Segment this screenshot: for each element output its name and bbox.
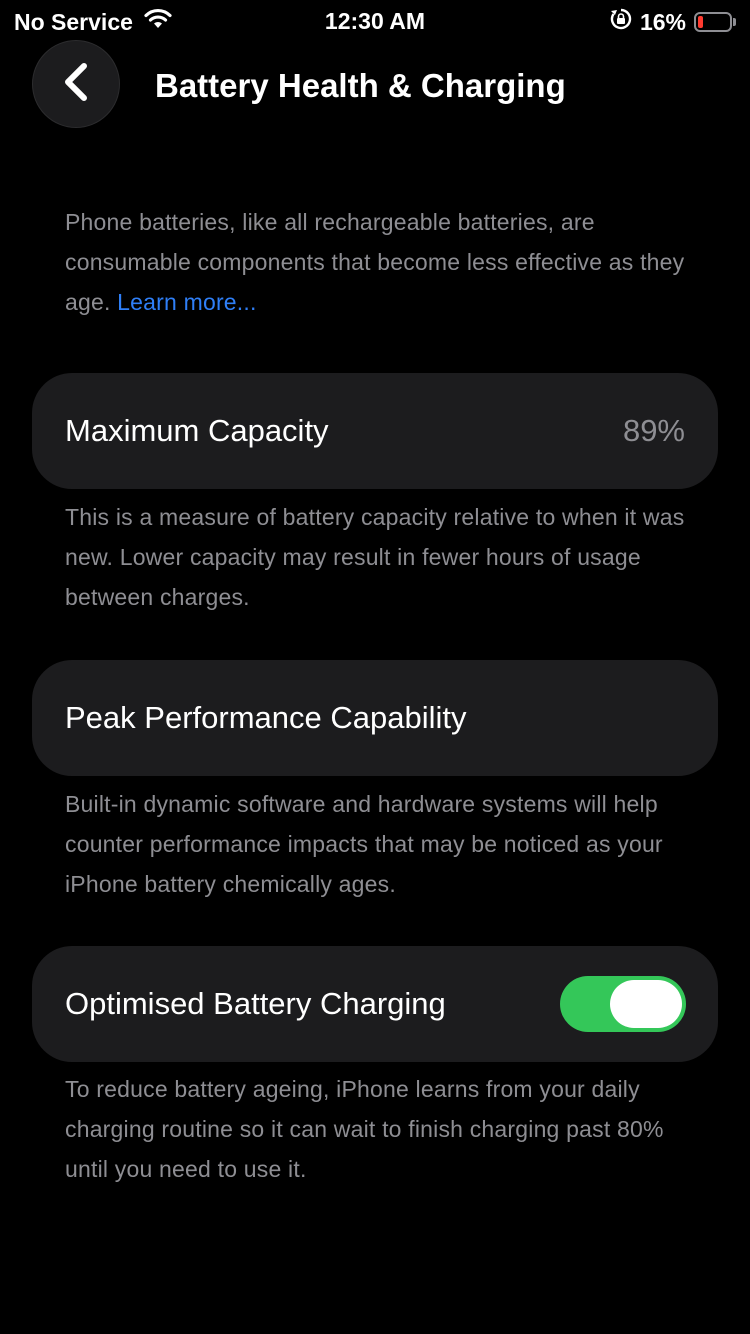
learn-more-link[interactable]: Learn more... [117,289,256,315]
peak-performance-label: Peak Performance Capability [65,700,467,735]
battery-icon [694,12,736,32]
optimised-charging-row: Optimised Battery Charging [32,946,718,1062]
optimised-charging-description: To reduce battery ageing, iPhone learns … [65,1076,664,1182]
toggle-knob [610,980,682,1028]
orientation-lock-icon [610,8,632,36]
chevron-left-icon [62,62,90,107]
peak-performance-description: Built-in dynamic software and hardware s… [65,791,663,897]
maximum-capacity-row: Maximum Capacity 89% [32,373,718,489]
battery-percent: 16% [639,8,686,35]
back-button[interactable] [32,40,120,128]
battery-level [698,16,703,28]
status-right: 16% [610,8,736,36]
peak-performance-row: Peak Performance Capability [32,660,718,776]
maximum-capacity-description: This is a measure of battery capacity re… [65,504,685,610]
optimised-charging-toggle[interactable] [560,976,686,1032]
status-bar: No Service 12:30 AM 16% [0,0,750,42]
maximum-capacity-value: 89% [622,413,685,448]
maximum-capacity-label: Maximum Capacity [65,413,329,448]
intro-text: Phone batteries, like all rechargeable b… [65,202,705,322]
page-title: Battery Health & Charging [155,67,566,104]
optimised-charging-label: Optimised Battery Charging [65,986,446,1021]
